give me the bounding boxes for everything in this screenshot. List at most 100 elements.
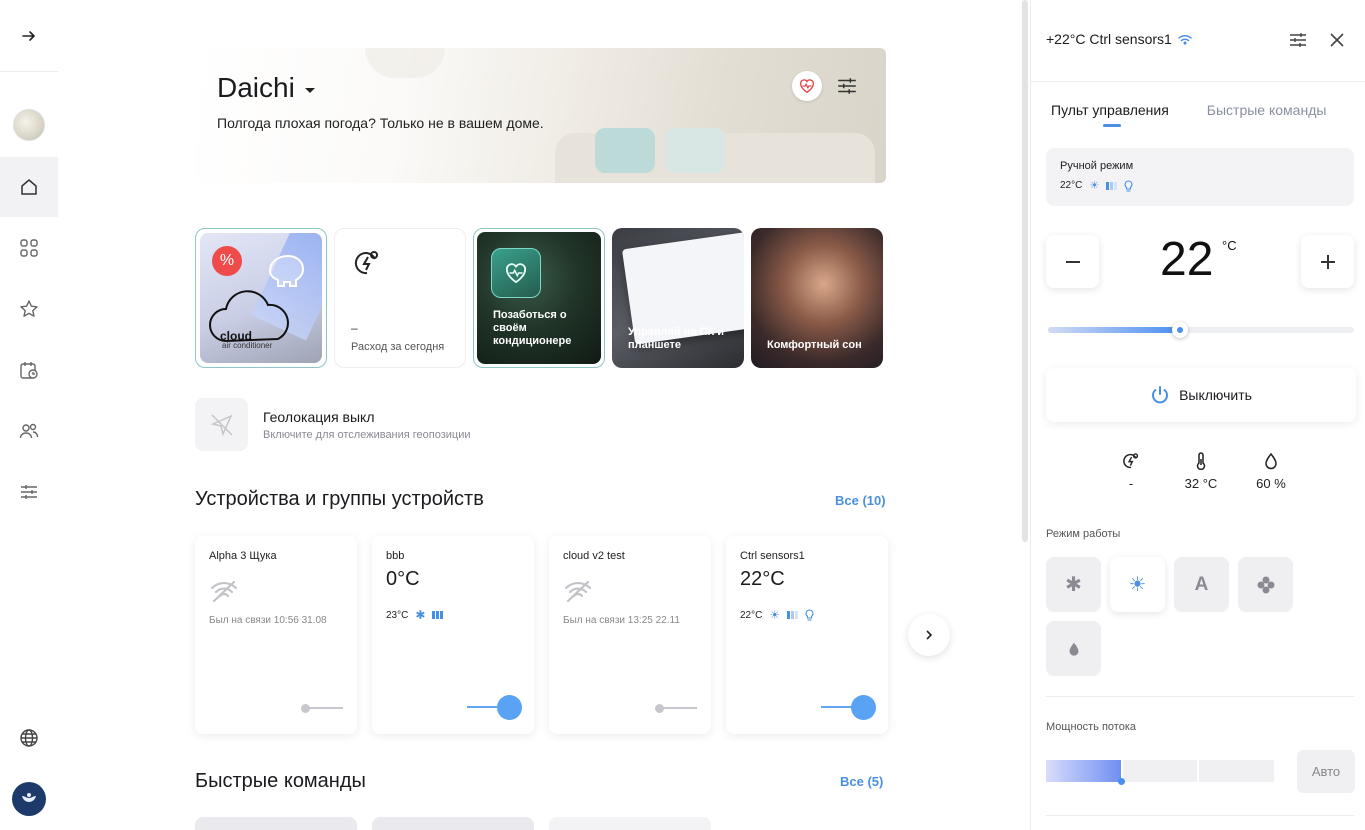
organization-button[interactable]: [0, 769, 58, 829]
slider-handle[interactable]: [1171, 322, 1188, 338]
panel-settings-button[interactable]: [1287, 29, 1309, 51]
devices-section-title: Устройства и группы устройств: [195, 488, 484, 510]
snowflake-icon: ✱: [1065, 574, 1082, 596]
devices-list: Alpha 3 Щука Был на связи 10:56 31.08 bb…: [195, 536, 888, 734]
eagle-emblem-icon: [22, 793, 36, 802]
device-card[interactable]: Alpha 3 Щука Был на связи 10:56 31.08: [195, 536, 357, 734]
device-card[interactable]: cloud v2 test Был на связи 13:25 22.11: [549, 536, 711, 734]
sidebar-item-home[interactable]: [0, 157, 58, 217]
sun-icon: ☀: [1128, 574, 1147, 596]
language-button[interactable]: [0, 708, 58, 768]
energy-stat-value: -: [1128, 476, 1134, 491]
bulb-icon: [805, 609, 814, 621]
tile-pc-promo[interactable]: Управляй на ПК и планшете: [612, 228, 744, 368]
sun-icon: ☀: [1089, 180, 1100, 192]
auto-mode-button[interactable]: A: [1174, 557, 1229, 612]
fan-speed-icon: [432, 611, 444, 619]
device-control-panel: +22°C Ctrl sensors1 Пульт управления Быс…: [1030, 0, 1365, 830]
health-button[interactable]: [792, 71, 822, 101]
temp-increase-button[interactable]: [1301, 235, 1354, 288]
airflow-power-slider[interactable]: [1046, 760, 1275, 782]
emblem-avatar: [12, 782, 46, 816]
tile-cloud-image: % cloud air conditioner: [200, 233, 322, 363]
wifi-off-icon: [210, 580, 238, 602]
tab-remote-control[interactable]: Пульт управления: [1051, 102, 1169, 127]
profile-button[interactable]: [0, 95, 58, 155]
calendar-clock-icon: [20, 362, 38, 379]
geolocation-row[interactable]: Геолокация выкл Включите для отслеживани…: [195, 398, 471, 451]
device-power-toggle[interactable]: [301, 704, 343, 713]
fan-mode-button[interactable]: [1238, 557, 1293, 612]
home-title: Daichi: [217, 72, 295, 103]
panel-title-row: +22°C Ctrl sensors1: [1046, 31, 1192, 47]
panel-close-button[interactable]: [1326, 29, 1348, 51]
airflow-auto-button[interactable]: Авто: [1297, 750, 1355, 793]
device-name: cloud v2 test: [563, 550, 625, 562]
sidebar-item-schedule[interactable]: [0, 340, 58, 400]
sidebar-toggle[interactable]: [0, 0, 58, 72]
sidebar: [0, 0, 58, 830]
airflow-segment: [1199, 760, 1275, 782]
manual-mode-card[interactable]: Ручной режим 22°C ☀: [1046, 148, 1354, 206]
devices-next-button[interactable]: [908, 614, 950, 656]
water-drop-icon: [1265, 452, 1277, 470]
piggy-bank-icon: [268, 254, 305, 287]
sidebar-item-devices[interactable]: [0, 218, 58, 278]
sidebar-item-settings[interactable]: [0, 462, 58, 522]
humidity-stat: 60 %: [1251, 452, 1291, 491]
temperature-slider[interactable]: [1048, 322, 1354, 338]
fan-speed-icon: [1106, 181, 1118, 190]
home-settings-button[interactable]: [836, 75, 860, 99]
tile-pc-caption: Управляй на ПК и планшете: [628, 326, 725, 351]
devices-all-link[interactable]: Все (10): [835, 493, 886, 508]
tile-cloud-promo[interactable]: % cloud air conditioner: [195, 228, 327, 368]
device-power-toggle[interactable]: [821, 695, 876, 720]
sliders-icon: [838, 78, 856, 94]
humidity-stat-value: 60 %: [1256, 476, 1286, 491]
hero-decor-lamp: [365, 48, 445, 78]
tile-care-promo[interactable]: Позаботься о своём кондиционере: [473, 228, 605, 368]
geolocation-title: Геолокация выкл: [263, 408, 375, 425]
snowflake-icon: ✱: [415, 608, 426, 622]
command-card[interactable]: [549, 817, 711, 830]
home-subtitle: Полгода плохая погода? Только не в вашем…: [217, 115, 544, 131]
main-scrollbar[interactable]: [1022, 0, 1028, 542]
energy-stat: -: [1111, 452, 1151, 491]
temp-decrease-button[interactable]: [1046, 235, 1099, 288]
auto-mode-glyph: A: [1194, 573, 1209, 595]
tile-sleep-caption: Комфортный сон: [767, 339, 862, 351]
airflow-segment: [1046, 760, 1121, 782]
mode-card-status-row: 22°C ☀: [1060, 179, 1340, 192]
command-card[interactable]: [195, 817, 357, 830]
airflow-label: Мощность потока: [1046, 721, 1137, 733]
tile-energy-usage[interactable]: – Расход за сегодня: [334, 228, 466, 368]
command-card[interactable]: [372, 817, 534, 830]
home-selector[interactable]: Daichi: [217, 72, 315, 104]
airflow-handle[interactable]: [1118, 778, 1125, 785]
care-icon-box: [491, 248, 541, 298]
cool-mode-button[interactable]: ✱: [1046, 557, 1101, 612]
sidebar-item-users[interactable]: [0, 401, 58, 461]
device-name: Alpha 3 Щука: [209, 550, 277, 562]
device-power-toggle[interactable]: [467, 695, 522, 720]
airflow-segment: [1122, 760, 1198, 782]
heat-mode-button[interactable]: ☀: [1110, 557, 1165, 612]
tab-quick-commands[interactable]: Быстрые команды: [1207, 102, 1327, 118]
panel-divider: [1046, 696, 1354, 697]
power-off-button[interactable]: Выключить: [1046, 368, 1356, 422]
temperature-stat-value: 32 °C: [1184, 476, 1218, 491]
device-power-toggle[interactable]: [655, 704, 697, 713]
temperature-stat: 32 °C: [1181, 452, 1221, 491]
caret-down-icon: [304, 87, 315, 93]
sidebar-item-favorites[interactable]: [0, 279, 58, 339]
tile-sleep-promo[interactable]: Комфортный сон: [751, 228, 883, 368]
energy-meter-icon: [354, 251, 378, 275]
commands-list: [195, 817, 711, 830]
device-card[interactable]: Ctrl sensors1 22°C 22°C ☀: [726, 536, 888, 734]
thermometer-icon: [1196, 452, 1206, 470]
heart-pulse-icon: [800, 79, 814, 94]
dry-mode-button[interactable]: [1046, 621, 1101, 676]
commands-all-link[interactable]: Все (5): [840, 774, 883, 789]
operation-mode-label: Режим работы: [1046, 528, 1121, 540]
device-card[interactable]: bbb 0°C 23°C ✱: [372, 536, 534, 734]
